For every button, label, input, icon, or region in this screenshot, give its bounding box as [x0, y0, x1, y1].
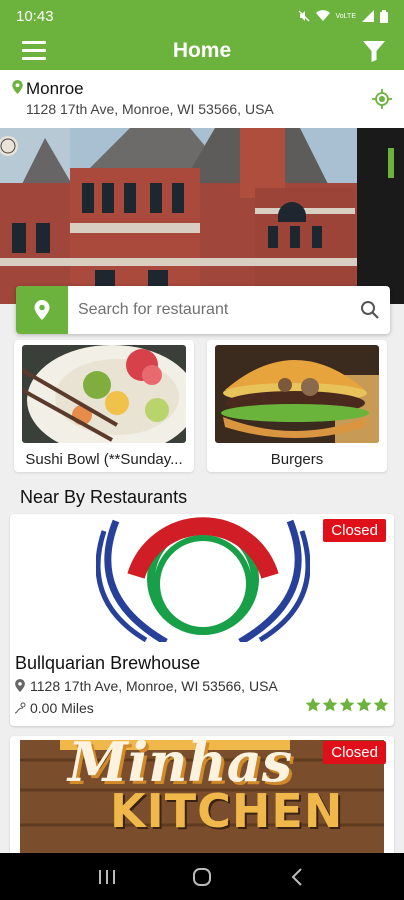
filter-icon[interactable]: [362, 39, 386, 63]
location-city: Monroe: [26, 79, 84, 98]
closed-badge: Closed: [323, 741, 386, 764]
restaurant-card[interactable]: Minhas KITCHEN Closed: [10, 736, 394, 866]
app-bar: Home: [0, 32, 404, 70]
restaurant-logo: [96, 517, 310, 642]
star-icon: [339, 697, 355, 712]
recent-apps-button[interactable]: [87, 862, 127, 892]
page-title: Home: [172, 39, 232, 62]
search-button[interactable]: [350, 286, 390, 334]
status-bar: 10:43 VoLTE: [0, 0, 404, 32]
star-icon: [322, 697, 338, 712]
volte-label: VoLTE: [335, 12, 357, 20]
signal-icon: [362, 10, 374, 22]
category-card-sushi-bowl[interactable]: Sushi Bowl (**Sunday...: [14, 340, 194, 472]
restaurant-address: 1128 17th Ave, Monroe, WI 53566, USA: [30, 678, 278, 694]
restaurant-card[interactable]: Closed Bullquarian Brewhouse 1128 17th A…: [10, 514, 394, 726]
banner-image: [0, 128, 404, 304]
search-icon: [361, 301, 379, 319]
category-card-burgers[interactable]: Burgers: [207, 340, 387, 472]
star-icon: [305, 697, 321, 712]
section-title: Near By Restaurants: [20, 487, 188, 507]
closed-badge: Closed: [323, 519, 386, 542]
mute-icon: [298, 10, 309, 22]
restaurant-distance: 0.00 Miles: [30, 700, 94, 716]
location-pin-icon: [12, 80, 23, 94]
address-pin-icon: [15, 679, 25, 692]
my-location-icon[interactable]: [372, 89, 392, 109]
status-time: 10:43: [16, 7, 54, 25]
category-label: Sushi Bowl (**Sunday...: [25, 451, 183, 468]
search-location-button[interactable]: [16, 286, 68, 334]
home-button[interactable]: [182, 862, 222, 892]
wifi-icon: [315, 10, 330, 21]
star-icon: [356, 697, 372, 712]
system-nav-bar: [0, 853, 404, 900]
location-bar[interactable]: Monroe 1128 17th Ave, Monroe, WI 53566, …: [0, 70, 404, 128]
search-input[interactable]: [68, 301, 350, 319]
star-icon: [373, 697, 389, 712]
distance-icon: [14, 702, 26, 714]
system-icons: VoLTE: [298, 9, 388, 23]
location-address: 1128 17th Ave, Monroe, WI 53566, USA: [26, 101, 274, 117]
burgers-image: [215, 345, 379, 443]
sushi-bowl-image: [22, 345, 186, 443]
rating-stars: [305, 697, 389, 713]
category-label: Burgers: [270, 451, 324, 468]
location-pin-icon: [34, 300, 50, 320]
logo-text-kitchen: KITCHEN: [110, 784, 344, 838]
menu-icon[interactable]: [22, 41, 46, 61]
battery-icon: [380, 9, 388, 23]
recent-apps-icon: [99, 869, 116, 884]
back-button[interactable]: [277, 862, 317, 892]
restaurant-name: Bullquarian Brewhouse: [15, 653, 201, 673]
home-icon: [192, 867, 211, 886]
search-bar: [16, 286, 390, 334]
back-icon: [291, 867, 302, 886]
